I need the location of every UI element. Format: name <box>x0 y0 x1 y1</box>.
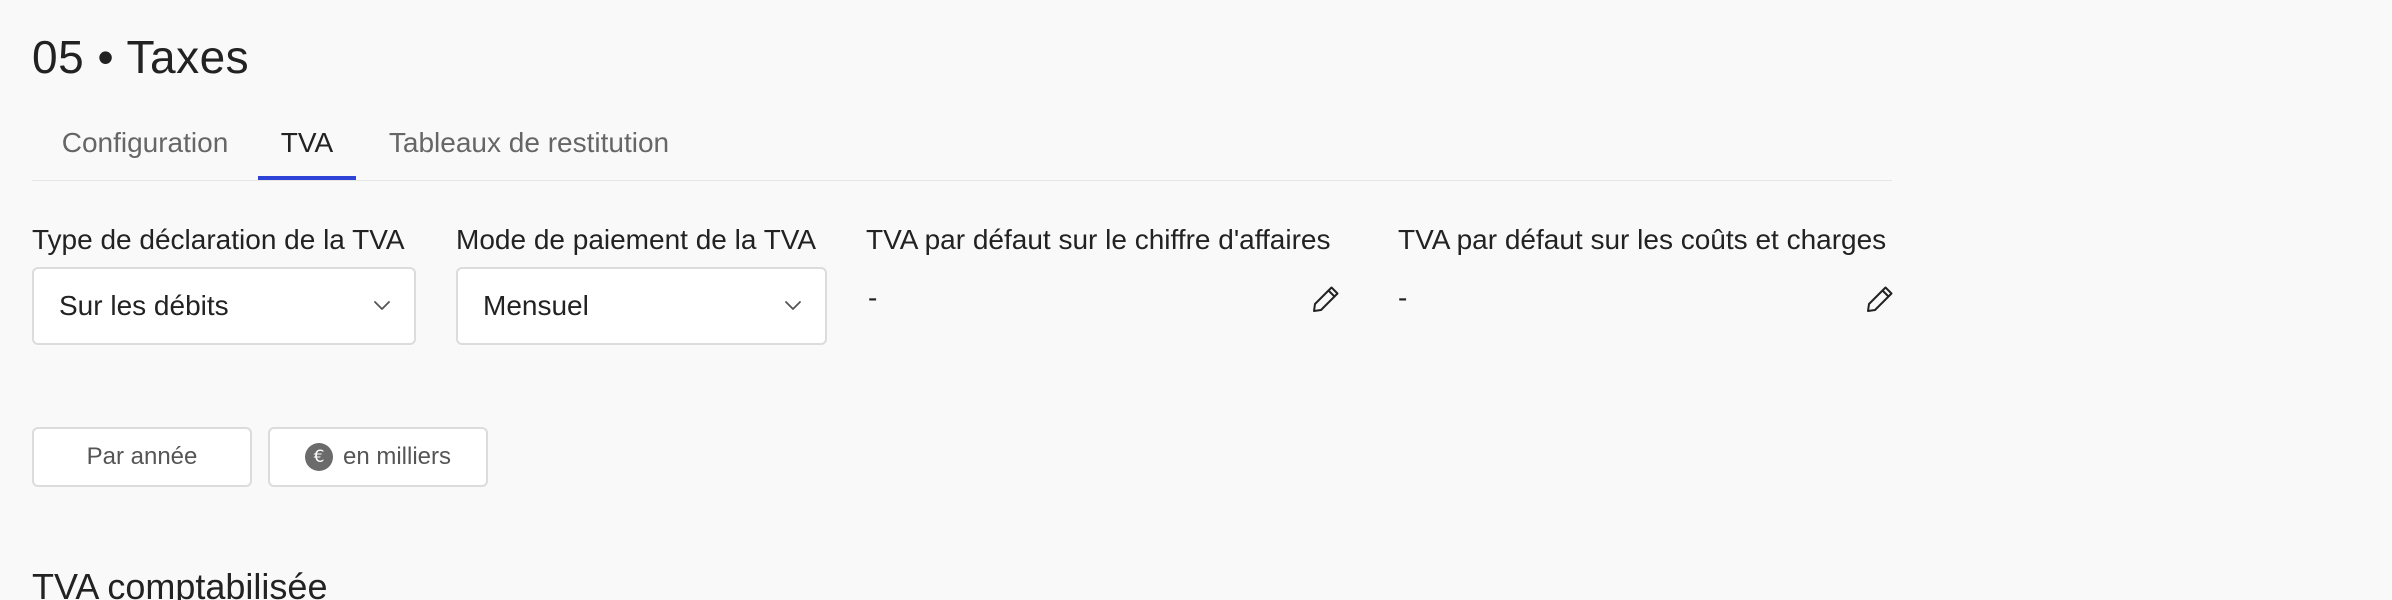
declaration-type-value: Sur les débits <box>59 290 229 321</box>
tab-configuration[interactable]: Configuration <box>56 112 234 178</box>
period-button-label: Par année <box>86 443 198 470</box>
declaration-type-select[interactable]: Sur les débits <box>32 267 416 345</box>
tab-tableaux-de-restitution[interactable]: Tableaux de restitution <box>380 112 678 178</box>
period-button[interactable]: Par année <box>32 427 252 487</box>
taxes-page: 05 • Taxes Configuration TVA Tableaux de… <box>0 0 2392 600</box>
default-vat-revenue-value: - <box>868 282 878 313</box>
default-vat-costs-label: TVA par défaut sur les coûts et charges <box>1398 224 1887 255</box>
tab-tva[interactable]: TVA <box>258 112 356 180</box>
chevron-down-icon <box>785 301 801 310</box>
page-title: 05 • Taxes <box>32 31 250 83</box>
unit-button[interactable]: € en milliers <box>268 427 488 487</box>
default-vat-revenue-label: TVA par défaut sur le chiffre d'affaires <box>866 224 1331 255</box>
payment-mode-select[interactable]: Mensuel <box>456 267 827 345</box>
payment-mode-value: Mensuel <box>483 290 589 321</box>
default-vat-costs-value: - <box>1398 282 1408 313</box>
euro-icon: € <box>304 443 333 471</box>
payment-mode-label: Mode de paiement de la TVA <box>456 224 817 255</box>
unit-button-label: en milliers <box>342 443 452 470</box>
pencil-icon[interactable] <box>1310 283 1342 315</box>
declaration-type-label: Type de déclaration de la TVA <box>32 224 405 255</box>
chevron-down-icon <box>374 301 390 310</box>
tab-bar: Configuration TVA Tableaux de restitutio… <box>32 112 1892 181</box>
pencil-icon[interactable] <box>1864 283 1896 315</box>
section-title: TVA comptabilisée <box>32 566 328 600</box>
